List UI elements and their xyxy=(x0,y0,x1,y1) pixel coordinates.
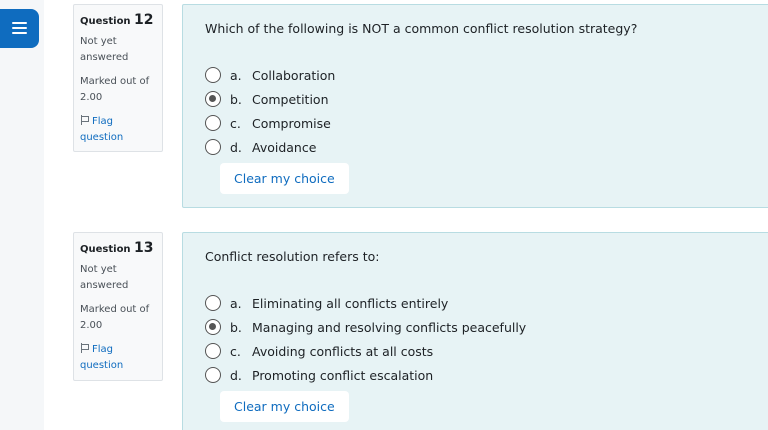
radio-button[interactable] xyxy=(205,367,221,383)
flag-question-link[interactable]: Flag question xyxy=(80,114,156,146)
question-content-13: Conflict resolution refers to: a. Elimina… xyxy=(182,232,768,430)
clear-choice-button[interactable]: Clear my choice xyxy=(220,163,349,194)
answer-options: a. Eliminating all conflicts entirely b. M… xyxy=(205,291,768,387)
flag-icon xyxy=(80,343,89,353)
drawer-toggle-button[interactable] xyxy=(0,9,39,48)
answer-option-d[interactable]: d. Avoidance xyxy=(205,135,768,159)
question-content-12: Which of the following is NOT a common c… xyxy=(182,4,768,208)
question-text: Which of the following is NOT a common c… xyxy=(205,21,638,36)
question-state: Not yet answered xyxy=(80,36,129,63)
answer-option-a[interactable]: a. Collaboration xyxy=(205,63,768,87)
radio-button[interactable] xyxy=(205,343,221,359)
question-grade: Marked out of 2.00 xyxy=(80,76,150,103)
radio-button-selected[interactable] xyxy=(205,319,221,335)
radio-button[interactable] xyxy=(205,67,221,83)
flag-question-link[interactable]: Flag question xyxy=(80,342,156,374)
question-info-12: Question 12 Not yet answered Marked out … xyxy=(73,4,163,152)
question-number: Question 12 xyxy=(80,12,154,28)
answer-options: a. Collaboration b. Competition c. Compromi… xyxy=(205,63,768,159)
flag-icon xyxy=(80,115,89,125)
answer-option-b[interactable]: b. Competition xyxy=(205,87,768,111)
hamburger-menu-icon xyxy=(12,22,27,35)
question-state: Not yet answered xyxy=(80,264,129,291)
answer-option-a[interactable]: a. Eliminating all conflicts entirely xyxy=(205,291,768,315)
left-rail xyxy=(0,0,44,430)
radio-button-selected[interactable] xyxy=(205,91,221,107)
question-text: Conflict resolution refers to: xyxy=(205,249,380,264)
radio-button[interactable] xyxy=(205,139,221,155)
answer-option-d[interactable]: d. Promoting conflict escalation xyxy=(205,363,768,387)
question-info-13: Question 13 Not yet answered Marked out … xyxy=(73,232,163,381)
answer-option-b[interactable]: b. Managing and resolving conflicts peace… xyxy=(205,315,768,339)
answer-option-c[interactable]: c. Avoiding conflicts at all costs xyxy=(205,339,768,363)
answer-option-c[interactable]: c. Compromise xyxy=(205,111,768,135)
clear-choice-button[interactable]: Clear my choice xyxy=(220,391,349,422)
radio-button[interactable] xyxy=(205,295,221,311)
radio-button[interactable] xyxy=(205,115,221,131)
question-grade: Marked out of 2.00 xyxy=(80,304,150,331)
question-number: Question 13 xyxy=(80,240,154,256)
